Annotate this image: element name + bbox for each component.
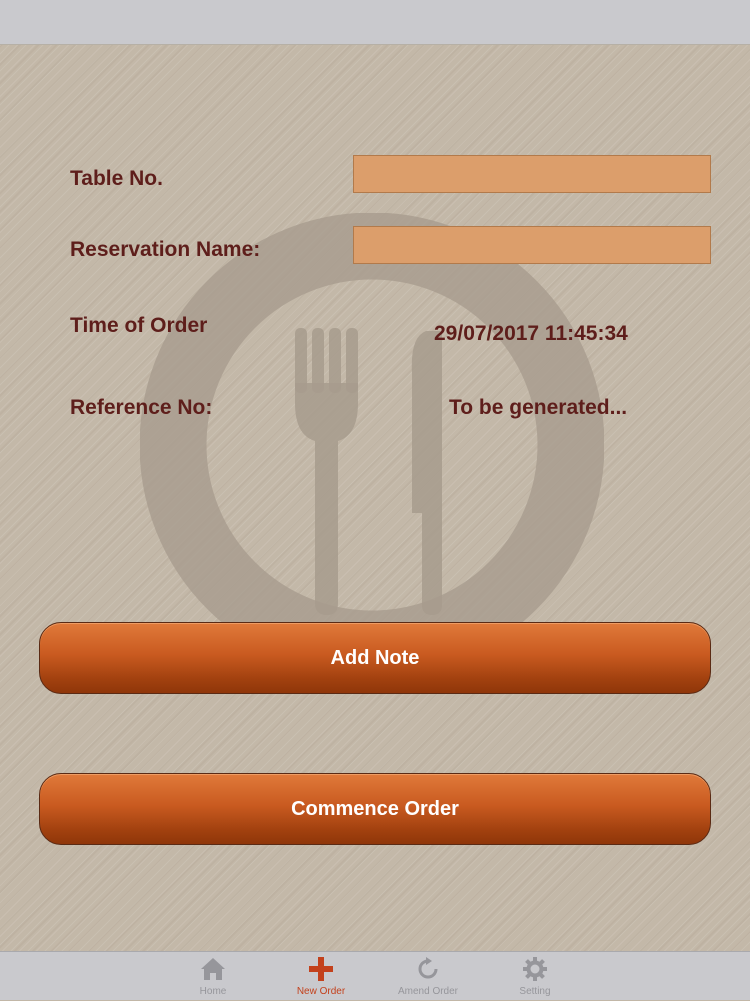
status-bar [0, 0, 750, 45]
tab-home[interactable]: Home [163, 952, 263, 1001]
tab-amend-order-label: Amend Order [397, 986, 459, 997]
reservation-name-label: Reservation Name: [70, 238, 261, 261]
reference-no-label: Reference No: [70, 396, 213, 419]
time-of-order-label: Time of Order [70, 314, 208, 337]
add-note-button[interactable]: Add Note [39, 622, 711, 694]
tab-setting-label: Setting [519, 986, 551, 997]
refresh-icon [418, 957, 438, 979]
tab-new-order[interactable]: New Order [271, 952, 371, 1001]
table-no-label: Table No. [70, 167, 163, 190]
home-icon [201, 958, 225, 980]
tab-bar: Home New Order Amend Order Setting [0, 951, 750, 1000]
time-of-order-value: 29/07/2017 11:45:34 [434, 322, 628, 345]
commence-order-button[interactable]: Commence Order [39, 773, 711, 845]
plate-fork-knife-icon [140, 213, 604, 677]
plus-icon [309, 957, 333, 981]
tab-home-label: Home [199, 986, 227, 997]
reference-no-value: To be generated... [449, 396, 628, 419]
tab-new-order-label: New Order [296, 986, 346, 997]
tab-amend-order[interactable]: Amend Order [378, 952, 478, 1001]
table-no-input[interactable] [353, 155, 711, 193]
new-order-form: Table No. Reservation Name: Time of Orde… [0, 45, 750, 951]
gear-icon [523, 957, 547, 981]
reservation-name-input[interactable] [353, 226, 711, 264]
tab-setting[interactable]: Setting [485, 952, 585, 1001]
